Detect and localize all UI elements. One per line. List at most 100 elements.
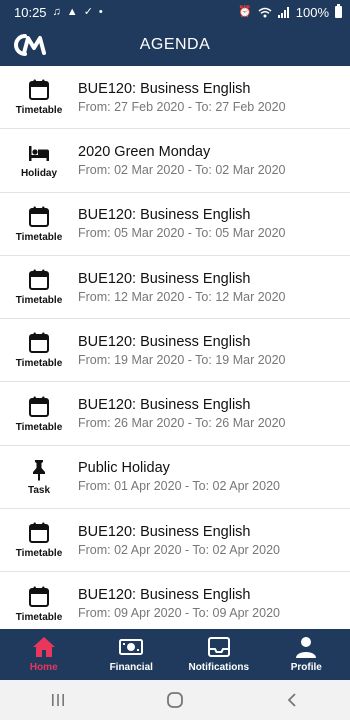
status-right: ⏰ 100% xyxy=(238,4,342,20)
agenda-item[interactable]: Timetable BUE120: Business English From: 2… xyxy=(0,382,350,446)
cm-logo-icon xyxy=(14,34,46,56)
nav-home[interactable]: Home xyxy=(0,636,88,673)
back-button[interactable] xyxy=(272,685,312,715)
agenda-item-type: Holiday xyxy=(0,141,78,179)
calendar-icon xyxy=(27,521,51,545)
home-system-button[interactable] xyxy=(155,685,195,715)
agenda-item-type-label: Timetable xyxy=(15,611,63,623)
agenda-item-type: Timetable xyxy=(0,585,78,623)
agenda-item[interactable]: Timetable BUE120: Business English From: 0… xyxy=(0,509,350,573)
agenda-item-type-label: Timetable xyxy=(15,421,63,433)
notification-icon: ▲ xyxy=(66,5,78,18)
calendar-icon xyxy=(27,205,51,229)
alarm-icon: ⏰ xyxy=(238,5,252,18)
battery-percent: 100% xyxy=(295,4,329,20)
agenda-item-text: BUE120: Business English From: 05 Mar 202… xyxy=(78,207,286,240)
pin-icon xyxy=(27,458,51,482)
calendar-icon xyxy=(27,585,51,609)
status-left: 10:25 ♫ ▲ ✓ • xyxy=(14,5,103,20)
agenda-item-title: BUE120: Business English xyxy=(78,523,251,540)
agenda-item-dates: From: 05 Mar 2020 - To: 05 Mar 2020 xyxy=(78,226,286,241)
nav-label: Notifications xyxy=(188,662,250,673)
agenda-item-type: Timetable xyxy=(0,395,78,433)
user-icon xyxy=(294,636,318,658)
agenda-item-dates: From: 12 Mar 2020 - To: 12 Mar 2020 xyxy=(78,289,286,304)
agenda-item[interactable]: Timetable BUE120: Business English From: 1… xyxy=(0,319,350,383)
agenda-item-text: BUE120: Business English From: 27 Feb 202… xyxy=(78,81,286,114)
agenda-item[interactable]: Timetable BUE120: Business English From: 2… xyxy=(0,66,350,130)
bird-icon: ✓ xyxy=(83,5,93,18)
home-circle-icon xyxy=(167,692,183,708)
agenda-item-text: BUE120: Business English From: 09 Apr 202… xyxy=(78,587,280,620)
agenda-item-type: Timetable xyxy=(0,268,78,306)
battery-icon xyxy=(335,4,342,18)
agenda-item[interactable]: Holiday 2020 Green Monday From: 02 Mar 202… xyxy=(0,129,350,193)
inbox-icon xyxy=(207,636,231,658)
bottom-nav: Home Financial Notifications Profile xyxy=(0,629,350,680)
signal-icon xyxy=(277,6,289,18)
agenda-item-title: 2020 Green Monday xyxy=(78,143,211,160)
calendar-icon xyxy=(27,268,51,292)
agenda-item-dates: From: 27 Feb 2020 - To: 27 Feb 2020 xyxy=(78,99,286,114)
agenda-item-text: BUE120: Business English From: 02 Apr 202… xyxy=(78,524,280,557)
wifi-icon xyxy=(258,7,272,17)
bed-icon xyxy=(27,141,51,165)
money-icon xyxy=(119,636,144,658)
nav-notifications[interactable]: Notifications xyxy=(175,636,263,673)
agenda-item-type-label: Task xyxy=(27,484,51,496)
agenda-item-title: Public Holiday xyxy=(78,460,170,477)
agenda-item-title: BUE120: Business English xyxy=(78,80,251,97)
music-note-icon: ♫ xyxy=(52,5,61,18)
agenda-item-type-label: Timetable xyxy=(15,295,63,307)
back-icon xyxy=(287,693,296,707)
agenda-list[interactable]: Timetable BUE120: Business English From: 2… xyxy=(0,66,350,629)
agenda-item[interactable]: Timetable BUE120: Business English From: 0… xyxy=(0,193,350,256)
agenda-item-dates: From: 02 Apr 2020 - To: 02 Apr 2020 xyxy=(78,542,280,557)
agenda-item-type: Timetable xyxy=(0,521,78,559)
agenda-item-text: BUE120: Business English From: 26 Mar 202… xyxy=(78,397,286,430)
agenda-item-type-label: Timetable xyxy=(15,358,63,370)
agenda-item-text: BUE120: Business English From: 12 Mar 202… xyxy=(78,271,286,304)
recent-apps-button[interactable] xyxy=(38,685,78,715)
home-icon xyxy=(32,636,56,658)
agenda-item-type-label: Timetable xyxy=(15,231,63,243)
calendar-icon xyxy=(27,78,51,102)
agenda-item[interactable]: Timetable BUE120: Business English From: 1… xyxy=(0,256,350,320)
status-time: 10:25 xyxy=(14,4,47,20)
app-bar: AGENDA xyxy=(0,24,350,66)
recent-apps-icon xyxy=(52,694,65,706)
agenda-item-text: Public Holiday From: 01 Apr 2020 - To: 02… xyxy=(78,460,280,493)
calendar-icon xyxy=(27,395,51,419)
agenda-item-type: Timetable xyxy=(0,205,78,243)
agenda-item-type: Timetable xyxy=(0,331,78,369)
nav-profile[interactable]: Profile xyxy=(263,636,350,673)
agenda-item-dates: From: 01 Apr 2020 - To: 02 Apr 2020 xyxy=(78,479,280,494)
agenda-item-title: BUE120: Business English xyxy=(78,587,251,604)
agenda-item-type-label: Timetable xyxy=(15,548,63,560)
agenda-item-type-label: Timetable xyxy=(15,105,63,117)
nav-label: Home xyxy=(29,662,58,673)
nav-label: Financial xyxy=(109,662,153,673)
agenda-item-type: Task xyxy=(0,458,78,496)
agenda-item-title: BUE120: Business English xyxy=(78,397,251,414)
agenda-item-type-label: Holiday xyxy=(20,168,58,180)
agenda-item-dates: From: 02 Mar 2020 - To: 02 Mar 2020 xyxy=(78,162,286,177)
nav-financial[interactable]: Financial xyxy=(88,636,176,673)
agenda-item-title: BUE120: Business English xyxy=(78,207,251,224)
agenda-item-text: BUE120: Business English From: 19 Mar 202… xyxy=(78,334,286,367)
agenda-item-text: 2020 Green Monday From: 02 Mar 2020 - To:… xyxy=(78,144,286,177)
agenda-item[interactable]: Timetable BUE120: Business English From: 0… xyxy=(0,572,350,629)
agenda-item-title: BUE120: Business English xyxy=(78,270,251,287)
agenda-item-dates: From: 19 Mar 2020 - To: 19 Mar 2020 xyxy=(78,352,286,367)
calendar-icon xyxy=(27,331,51,355)
page-title: AGENDA xyxy=(139,36,211,53)
nav-label: Profile xyxy=(290,662,322,673)
status-bar: 10:25 ♫ ▲ ✓ • ⏰ 100% xyxy=(0,0,350,24)
dot-icon: • xyxy=(98,5,103,18)
system-nav xyxy=(0,680,350,720)
agenda-item-dates: From: 09 Apr 2020 - To: 09 Apr 2020 xyxy=(78,606,280,621)
agenda-item-title: BUE120: Business English xyxy=(78,333,251,350)
agenda-item-dates: From: 26 Mar 2020 - To: 26 Mar 2020 xyxy=(78,416,286,431)
agenda-item-type: Timetable xyxy=(0,78,78,116)
agenda-item[interactable]: Task Public Holiday From: 01 Apr 2020 - To… xyxy=(0,446,350,510)
